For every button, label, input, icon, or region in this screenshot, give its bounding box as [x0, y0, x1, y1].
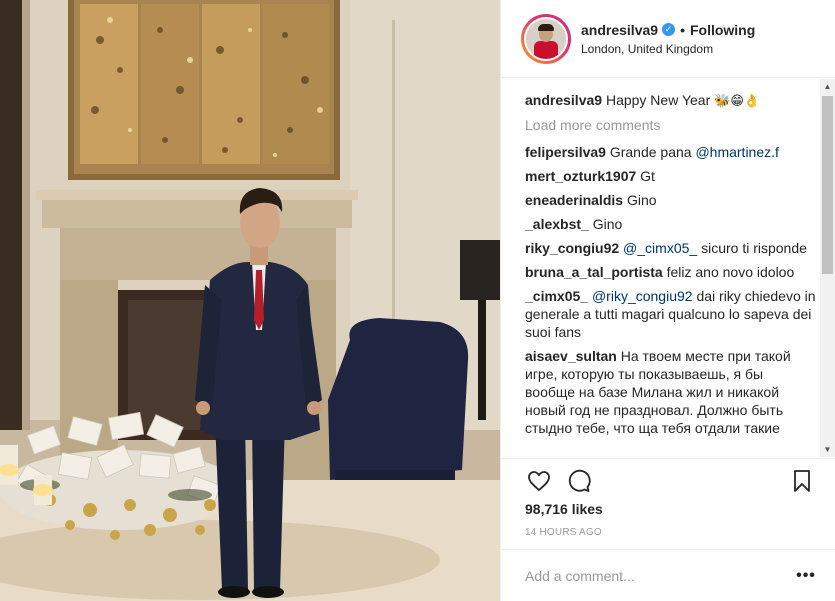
- caption-emoji: 🐝😁👌: [714, 94, 761, 109]
- caption-text: Happy New Year: [605, 92, 711, 108]
- header-user-line: andresilva9 ✓ • Following: [581, 22, 755, 38]
- comment-username[interactable]: eneaderinaldis: [525, 192, 623, 208]
- scroll-down-arrow-icon[interactable]: ▼: [820, 442, 835, 457]
- post-side-panel: andresilva9 ✓ • Following London, United…: [500, 0, 835, 601]
- comment-username[interactable]: _cimx05_: [525, 288, 588, 304]
- comment-item: _cimx05_ @riky_congiu92 dai riky chiedev…: [525, 287, 816, 341]
- comment-mention-link[interactable]: @hmartinez.f: [695, 144, 778, 160]
- comment-username[interactable]: felipersilva9: [525, 144, 606, 160]
- instagram-post: andresilva9 ✓ • Following London, United…: [0, 0, 835, 601]
- comment-items: felipersilva9 Grande pana @hmartinez.f m…: [525, 143, 816, 437]
- header-text: andresilva9 ✓ • Following London, United…: [581, 22, 755, 56]
- more-options-icon[interactable]: •••: [796, 566, 816, 586]
- comment-mention-link[interactable]: @riky_congiu92: [592, 288, 693, 304]
- comment-item: bruna_a_tal_portista feliz ano novo idol…: [525, 263, 816, 281]
- post-photo[interactable]: [0, 0, 500, 601]
- avatar[interactable]: [521, 13, 571, 64]
- comment-username[interactable]: riky_congiu92: [525, 240, 619, 256]
- comment-text: Gino: [592, 216, 623, 232]
- comment-text: Gt: [640, 168, 655, 184]
- load-more-comments-button[interactable]: Load more comments: [525, 117, 816, 133]
- scroll-up-arrow-icon[interactable]: ▲: [820, 79, 835, 94]
- comment-text: feliz ano novo idoloo: [666, 264, 795, 280]
- action-bar: [501, 458, 835, 502]
- comment-item: mert_ozturk1907 Gt: [525, 167, 816, 185]
- caption: andresilva9 Happy New Year 🐝😁👌: [525, 91, 816, 111]
- following-button[interactable]: Following: [690, 22, 755, 38]
- comment-text: sicuro ti risponde: [701, 240, 807, 256]
- avatar-image: [524, 16, 568, 61]
- verified-badge-icon: ✓: [662, 23, 676, 36]
- comment-item: _alexbst_ Gino: [525, 215, 816, 233]
- comment-username[interactable]: aisaev_sultan: [525, 348, 617, 364]
- comment-username[interactable]: bruna_a_tal_portista: [525, 264, 663, 280]
- comment-item: aisaev_sultan На твоем месте при такой и…: [525, 347, 816, 437]
- scroll-thumb[interactable]: [822, 96, 833, 274]
- comment-item: eneaderinaldis Gino: [525, 191, 816, 209]
- comment-bubble-icon[interactable]: [565, 467, 593, 495]
- comments-scrollbar[interactable]: ▲ ▼: [820, 79, 835, 457]
- comment-username[interactable]: _alexbst_: [525, 216, 589, 232]
- post-header: andresilva9 ✓ • Following London, United…: [501, 0, 835, 78]
- post-location[interactable]: London, United Kingdom: [581, 42, 755, 56]
- comment-username[interactable]: mert_ozturk1907: [525, 168, 636, 184]
- comment-item: felipersilva9 Grande pana @hmartinez.f: [525, 143, 816, 161]
- comment-item: riky_congiu92 @_cimx05_ sicuro ti rispon…: [525, 239, 816, 257]
- caption-username[interactable]: andresilva9: [525, 92, 602, 108]
- header-username[interactable]: andresilva9: [581, 22, 658, 38]
- heart-icon[interactable]: [525, 467, 553, 495]
- comment-text: Grande pana: [609, 144, 692, 160]
- like-count[interactable]: 98,716 likes: [525, 501, 603, 517]
- comment-text: Gino: [626, 192, 657, 208]
- bookmark-icon[interactable]: [788, 467, 816, 495]
- comment-input[interactable]: [525, 567, 796, 584]
- header-separator: •: [680, 21, 685, 38]
- post-timestamp[interactable]: 14 HOURS AGO: [525, 527, 602, 538]
- comments-list[interactable]: andresilva9 Happy New Year 🐝😁👌 Load more…: [501, 79, 835, 457]
- photo-illustration: [0, 0, 500, 601]
- add-comment-bar: •••: [501, 549, 835, 601]
- comment-mention-link[interactable]: @_cimx05_: [623, 240, 697, 256]
